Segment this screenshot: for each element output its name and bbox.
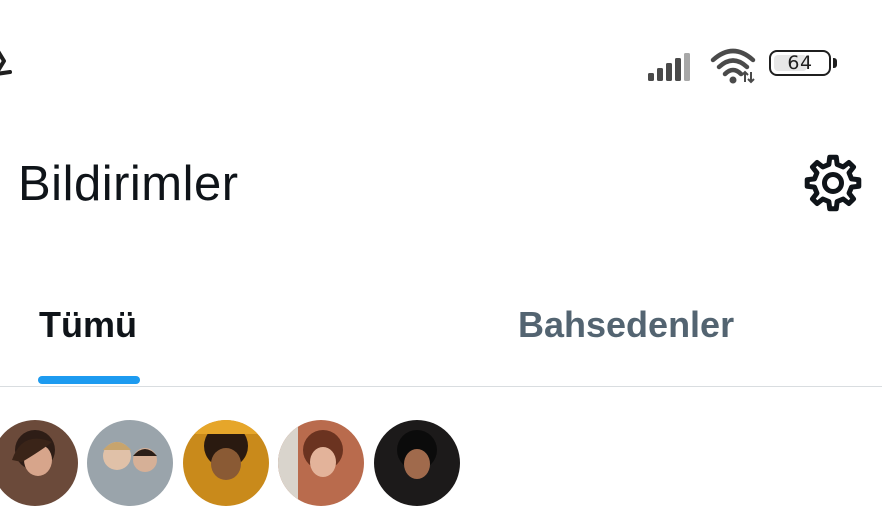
tab-mentions[interactable]: Bahsedenler: [518, 304, 734, 346]
back-icon[interactable]: [0, 44, 12, 78]
battery-body: 64: [769, 50, 831, 76]
page-header: Bildirimler: [0, 130, 882, 240]
tab-divider: [0, 386, 882, 387]
signal-icon: [648, 53, 690, 81]
tab-all[interactable]: Tümü: [39, 304, 137, 346]
avatar[interactable]: [374, 420, 460, 506]
gear-icon[interactable]: [800, 150, 866, 216]
battery-icon: 64: [769, 50, 841, 82]
avatar[interactable]: [0, 420, 78, 506]
avatar[interactable]: [183, 420, 269, 506]
wifi-icon: [710, 48, 756, 84]
status-bar: 64: [0, 0, 882, 110]
battery-level: 64: [787, 52, 813, 74]
active-tab-indicator: [38, 376, 140, 384]
avatar[interactable]: [87, 420, 173, 506]
avatar-row: [0, 420, 882, 506]
battery-cap: [833, 58, 837, 68]
tab-bar: Tümü Bahsedenler: [0, 280, 882, 388]
avatar[interactable]: [278, 420, 364, 506]
page-title: Bildirimler: [18, 157, 239, 211]
